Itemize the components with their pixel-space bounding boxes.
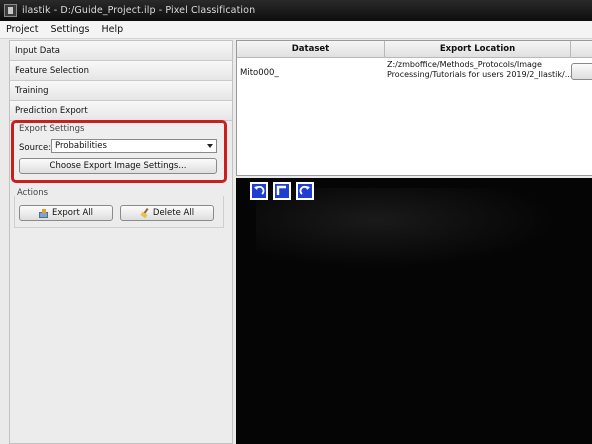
source-dropdown-value: Probabilities [55,141,107,151]
column-header-dataset[interactable]: Dataset [237,41,385,58]
applet-feature-selection[interactable]: Feature Selection [10,61,232,81]
fit-view-icon[interactable] [273,182,291,200]
cell-export-location: Z:/zmboffice/Methods_Protocols/Image Pro… [387,60,571,80]
rotate-left-icon[interactable] [250,182,268,200]
menu-project[interactable]: Project [0,24,45,35]
column-header-extra [571,41,592,58]
export-all-button[interactable]: Export All [19,205,113,221]
column-header-export-location[interactable]: Export Location [385,41,571,58]
title-bar: ilastik - D:/Guide_Project.ilp - Pixel C… [0,0,592,21]
table-header: Dataset Export Location [237,41,592,58]
choose-export-image-settings-button[interactable]: Choose Export Image Settings... [19,158,217,174]
export-table: Dataset Export Location Mito000_ Z:/zmbo… [236,40,592,176]
menu-bar: Project Settings Help [0,21,592,39]
export-icon [38,208,49,218]
table-row[interactable]: Mito000_ Z:/zmboffice/Methods_Protocols/… [237,58,592,86]
source-label: Source: [19,143,52,153]
delete-all-label: Delete All [152,208,195,218]
ilastik-app-icon [4,4,17,17]
applet-input-data[interactable]: Input Data [10,41,232,61]
export-location-line-2: Processing/Tutorials for users 2019/2_Il… [387,70,571,79]
export-location-line-1: Z:/zmboffice/Methods_Protocols/Image [387,60,542,69]
export-settings-group: Export Settings Source: Probabilities Ch… [11,120,227,183]
applet-drawer: Input Data Feature Selection Training Pr… [9,40,233,444]
export-settings-title: Export Settings [19,124,85,134]
menu-help[interactable]: Help [95,24,129,35]
rotate-right-icon[interactable] [296,182,314,200]
source-dropdown[interactable]: Probabilities [51,139,217,153]
broom-icon [140,208,150,218]
export-all-label: Export All [51,208,94,218]
cell-dataset: Mito000_ [240,68,279,78]
applet-prediction-export[interactable]: Prediction Export [10,101,232,121]
delete-all-button[interactable]: Delete All [120,205,214,221]
menu-settings[interactable]: Settings [45,24,96,35]
window-title: ilastik - D:/Guide_Project.ilp - Pixel C… [22,5,256,16]
image-viewer[interactable] [236,178,592,444]
chevron-down-icon [207,144,213,148]
row-action-button[interactable] [571,63,592,80]
applet-training[interactable]: Training [10,81,232,101]
